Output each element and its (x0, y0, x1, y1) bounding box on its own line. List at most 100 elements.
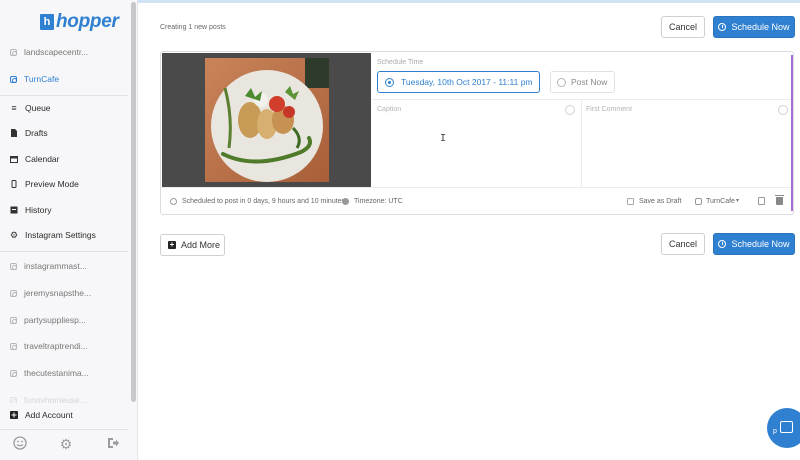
sidebar-item-label: Calendar (25, 154, 60, 164)
duplicate-icon[interactable] (758, 197, 765, 205)
instagram-icon (10, 342, 17, 350)
schedule-date-option[interactable]: Tuesday, 10th Oct 2017 - 11:11 pm (377, 71, 540, 93)
instagram-icon (10, 369, 17, 377)
schedule-now-button-bottom[interactable]: Schedule Now (713, 233, 795, 255)
sidebar-item-label: landscapecentr... (24, 47, 89, 57)
post-now-option[interactable]: Post Now (550, 71, 615, 93)
plus-icon: + (168, 240, 176, 249)
caption-placeholder: Caption (377, 106, 402, 113)
gear-icon: ⚙ (9, 230, 19, 240)
history-icon (10, 206, 18, 214)
app-logo[interactable]: h hopper (40, 11, 119, 32)
post-photo (205, 58, 329, 182)
sidebar-account-landscapecentr[interactable]: landscapecentr... (0, 40, 128, 64)
emoji-icon[interactable] (565, 105, 575, 115)
sidebar-account-thecutestanima[interactable]: thecutestanima... (0, 361, 128, 385)
cancel-label: Cancel (668, 239, 697, 249)
drafts-icon (10, 129, 18, 137)
queue-icon: ≡ (11, 103, 17, 113)
save-as-draft-checkbox[interactable] (627, 198, 634, 205)
sidebar-item-label: TurnCafe (24, 74, 60, 84)
chevron-down-icon[interactable]: ▾ (736, 197, 739, 204)
sidebar-item-queue[interactable]: ≡ Queue (0, 96, 128, 120)
card-footer: Scheduled to post in 0 days, 9 hours and… (161, 187, 793, 215)
account-selector[interactable]: TurnCafe (706, 198, 735, 205)
sidebar-item-label: Queue (25, 103, 51, 113)
sidebar-account-jeremysnapsthe[interactable]: jeremysnapsthe... (0, 281, 128, 305)
first-comment-input[interactable]: First Comment (582, 100, 794, 187)
logout-icon[interactable] (105, 436, 121, 452)
sidebar-account-turncafe[interactable]: TurnCafe (0, 67, 128, 91)
plus-icon (10, 411, 18, 419)
post-card: Schedule Time Tuesday, 10th Oct 2017 - 1… (160, 51, 794, 215)
main-content: Creating 1 new posts Cancel Schedule Now (138, 0, 800, 460)
instagram-icon (10, 262, 17, 270)
sidebar-bottom-icons: ⚙ (0, 432, 128, 456)
instagram-icon (10, 316, 17, 324)
first-comment-placeholder: First Comment (586, 106, 632, 113)
sidebar-item-label: thecutestanima... (24, 368, 89, 378)
sidebar-item-label: jeremysnapsthe... (24, 288, 92, 298)
sidebar-item-label: Add Account (25, 410, 73, 420)
clock-icon (718, 240, 727, 248)
sidebar-item-label: Instagram Settings (25, 230, 96, 240)
sidebar-account-partysuppliesp[interactable]: partysuppliesp... (0, 308, 128, 332)
smiley-icon[interactable] (12, 436, 28, 452)
save-as-draft-label[interactable]: Save as Draft (639, 198, 681, 205)
globe-icon (342, 198, 349, 205)
caption-input[interactable]: Caption I (373, 100, 581, 187)
sidebar-divider (0, 429, 128, 430)
clock-icon (170, 198, 177, 205)
sidebar-item-label: Preview Mode (25, 179, 79, 189)
cancel-button-bottom[interactable]: Cancel (661, 233, 705, 255)
sidebar-item-label: instagrammast... (24, 261, 87, 271)
scheduled-countdown-text: Scheduled to post in 0 days, 9 hours and… (182, 198, 346, 205)
cancel-button-top[interactable]: Cancel (661, 16, 705, 38)
post-media[interactable] (162, 53, 371, 187)
trash-icon[interactable] (775, 195, 784, 205)
radio-selected-icon (385, 77, 394, 87)
schedule-now-label: Schedule Now (731, 22, 790, 32)
sidebar-account-instagrammast[interactable]: instagrammast... (0, 254, 128, 278)
creating-posts-label: Creating 1 new posts (160, 24, 226, 31)
emoji-icon[interactable] (778, 105, 788, 115)
sidebar-item-instagram-settings[interactable]: ⚙ Instagram Settings (0, 223, 128, 247)
sidebar-account-traveltraptrendi[interactable]: traveltraptrendi... (0, 334, 128, 358)
add-more-label: Add More (181, 240, 221, 250)
schedule-now-label: Schedule Now (731, 239, 790, 249)
text-cursor-icon: I (440, 133, 447, 144)
post-card-accent-edge (791, 55, 793, 211)
sidebar-divider (0, 251, 128, 252)
preview-icon (10, 180, 18, 188)
sidebar-item-label: partysuppliesp... (24, 315, 86, 325)
post-now-label: Post Now (571, 77, 608, 87)
chat-icon (780, 421, 793, 433)
clock-icon (718, 23, 727, 31)
sidebar-item-preview-mode[interactable]: Preview Mode (0, 172, 128, 196)
sidebar: h hopper landscapecentr... TurnCafe ≡ Qu… (0, 0, 138, 460)
gear-icon[interactable]: ⚙ (58, 436, 74, 452)
sidebar-item-label: traveltraptrendi... (24, 341, 88, 351)
instagram-icon (10, 289, 17, 297)
instagram-icon (10, 48, 17, 56)
chat-launcher[interactable]: p (767, 408, 800, 448)
add-more-button[interactable]: + Add More (160, 234, 225, 256)
sidebar-item-drafts[interactable]: Drafts (0, 121, 128, 145)
radio-unselected-icon (557, 77, 566, 87)
timezone-text: Timezone: UTC (354, 198, 403, 205)
sidebar-item-label: Drafts (25, 128, 48, 138)
schedule-time-label: Schedule Time (377, 59, 424, 66)
sidebar-scrollbar[interactable] (131, 2, 136, 402)
sidebar-item-calendar[interactable]: Calendar (0, 147, 128, 171)
instagram-icon (695, 198, 702, 205)
schedule-now-button-top[interactable]: Schedule Now (713, 16, 795, 38)
calendar-icon (10, 155, 18, 163)
add-account-button[interactable]: Add Account (0, 403, 128, 427)
cancel-label: Cancel (668, 22, 697, 32)
schedule-date-text: Tuesday, 10th Oct 2017 - 11:11 pm (401, 77, 533, 87)
logo-mark: h (40, 14, 54, 30)
logo-text: hopper (56, 11, 119, 32)
sidebar-item-label: History (25, 205, 52, 215)
instagram-icon (10, 75, 17, 83)
sidebar-item-history[interactable]: History (0, 198, 128, 222)
